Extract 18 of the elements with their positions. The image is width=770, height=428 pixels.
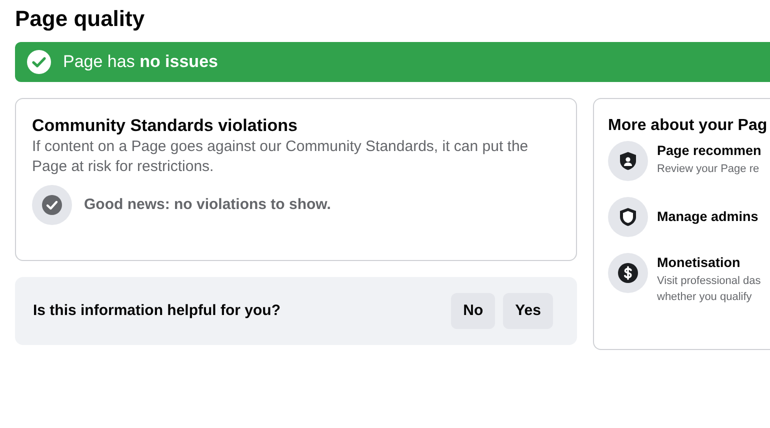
page-title: Page quality [15,5,146,33]
status-text: Good news: no violations to show. [84,194,331,215]
item-title[interactable]: Manage admins [657,207,758,227]
feedback-question: Is this information helpful for you? [33,300,280,321]
shield-person-icon [620,152,636,170]
item-description: Review your Page re [657,162,760,177]
item-title[interactable]: Page recommen [657,141,762,161]
dollar-coin-icon [618,263,638,283]
check-circle-icon [27,50,51,74]
card-title: More about your Pag [608,116,768,136]
answer-button[interactable]: Yes [503,293,553,329]
card-title: Community Standards violations [32,115,298,137]
shield-icon [620,208,636,226]
card-description: If content on a Page goes against our Community Standards, it can put the Page at risk for restrictions. [32,137,530,177]
item-title[interactable]: Monetisation [657,253,761,273]
item-description: Visit professional das whether you qualify [657,274,761,305]
banner-text: Page has no issues [63,51,218,74]
answer-button[interactable]: No [451,293,496,329]
